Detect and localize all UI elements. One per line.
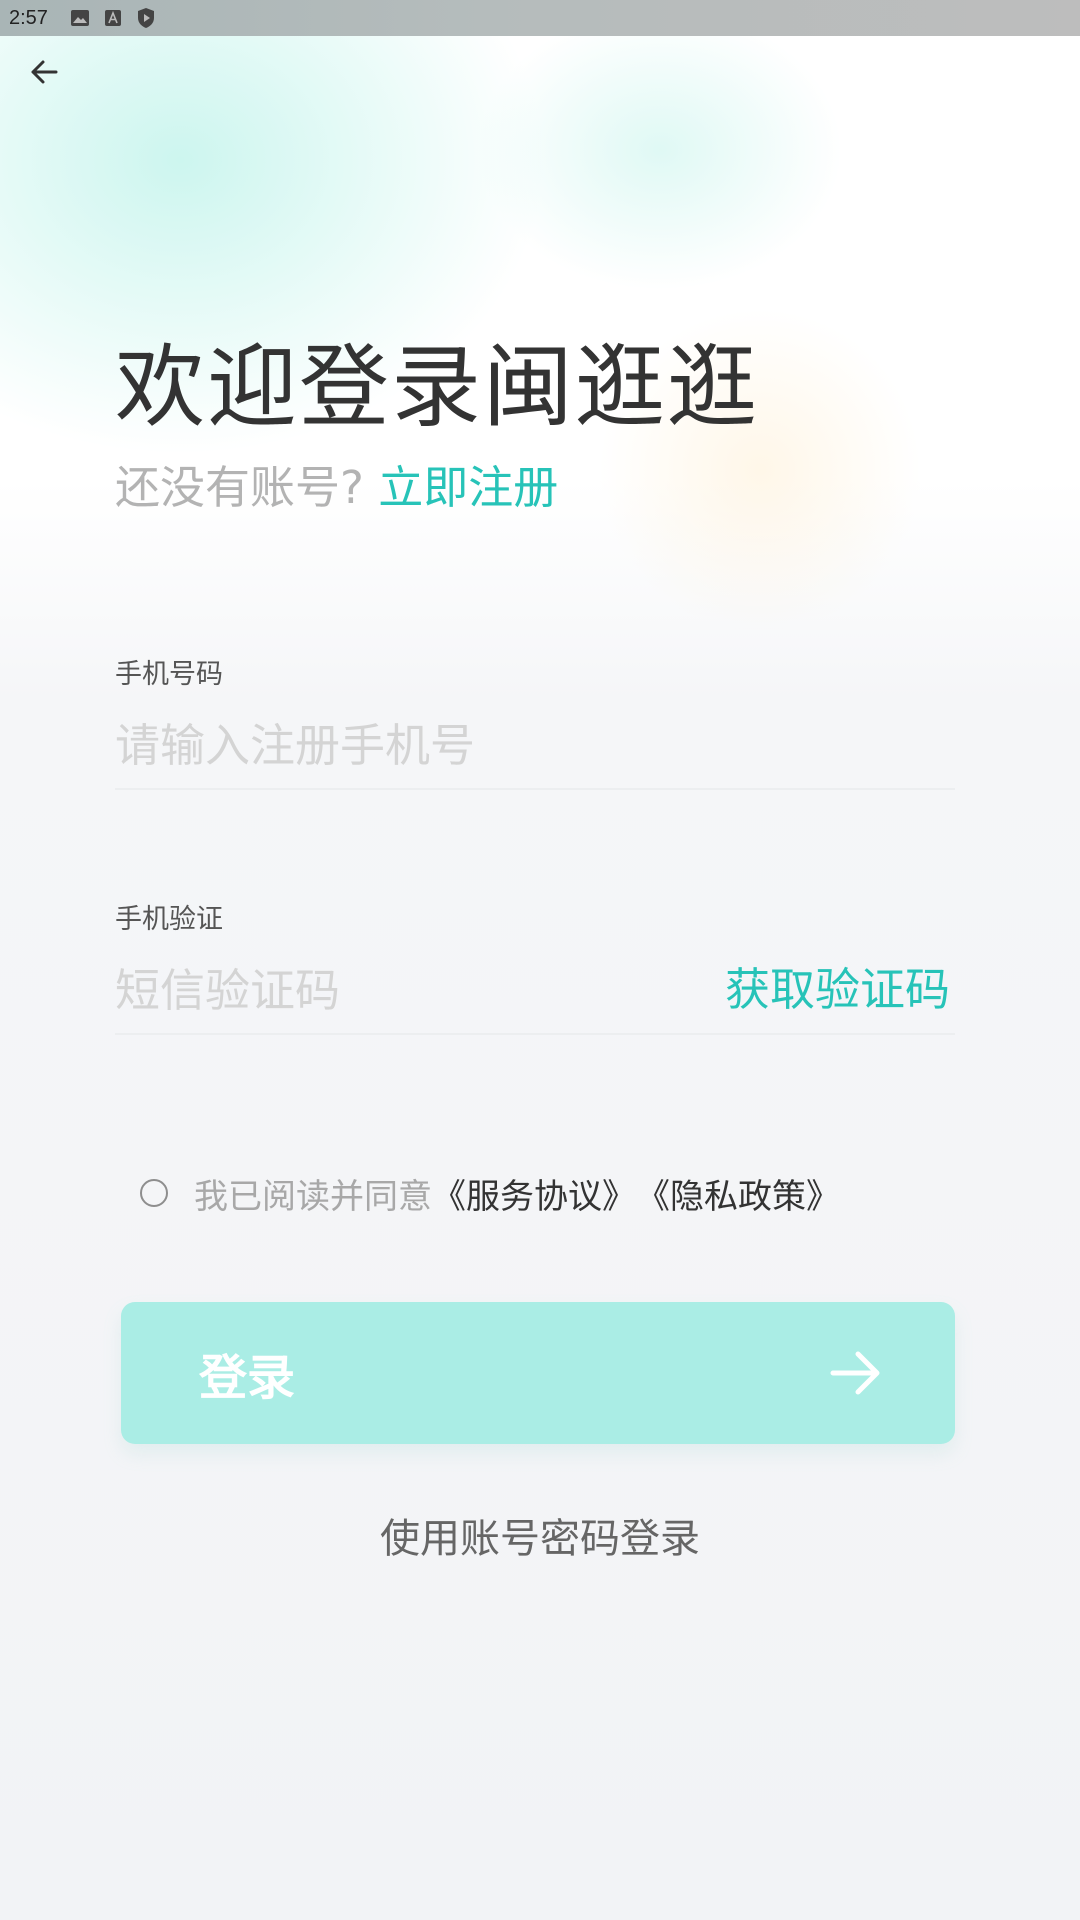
shield-play-icon <box>136 7 156 29</box>
image-icon <box>70 8 90 28</box>
register-question: 还没有账号? <box>115 461 364 514</box>
password-login-link[interactable]: 使用账号密码登录 <box>0 1506 1080 1564</box>
agreement-checkbox[interactable] <box>140 1179 168 1207</box>
agreement-text: 我已阅读并同意 <box>194 1176 432 1217</box>
page-title: 欢迎登录闽逛逛 <box>115 335 759 440</box>
register-prompt: 还没有账号? 立即注册 <box>115 458 558 518</box>
sms-code-input[interactable] <box>115 955 675 1025</box>
agreement-row: 我已阅读并同意 《服务协议》 《隐私政策》 <box>140 1168 840 1218</box>
login-label: 登录 <box>199 1350 296 1406</box>
font-a-icon <box>104 8 122 28</box>
arrow-right-icon <box>827 1345 883 1401</box>
register-link[interactable]: 立即注册 <box>378 461 558 514</box>
arrow-left-icon[interactable] <box>24 52 64 92</box>
code-label: 手机验证 <box>115 904 223 935</box>
status-bar: 2:57 <box>0 0 1080 36</box>
privacy-policy-link[interactable]: 《隐私政策》 <box>636 1169 840 1218</box>
code-divider <box>115 1033 955 1035</box>
phone-input[interactable] <box>115 710 935 780</box>
status-icons <box>70 7 156 29</box>
phone-label: 手机号码 <box>115 659 223 690</box>
get-code-button[interactable]: 获取验证码 <box>725 960 950 1020</box>
login-button[interactable]: 登录 <box>121 1302 955 1444</box>
status-time: 2:57 <box>9 6 48 29</box>
service-agreement-link[interactable]: 《服务协议》 <box>432 1169 636 1218</box>
phone-divider <box>115 788 955 790</box>
